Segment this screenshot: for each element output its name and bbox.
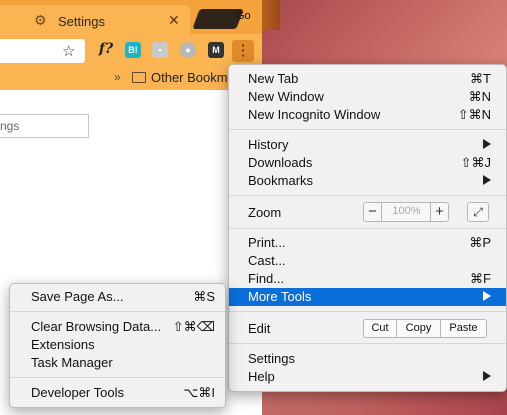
submenu-arrow-icon <box>483 371 491 381</box>
submenu-arrow-icon <box>483 175 491 185</box>
close-icon[interactable]: ✕ <box>168 13 180 27</box>
gear-icon: ⚙ <box>34 12 47 28</box>
menu-item-find[interactable]: Find... ⌘F <box>229 270 506 288</box>
settings-search-input[interactable]: ngs <box>0 114 89 138</box>
browser-toolbar: ☆ f? B! ▪ ● M ⋮ <box>0 34 262 66</box>
bookmark-folder-other[interactable]: Other Bookm <box>151 70 228 85</box>
menu-item-downloads[interactable]: Downloads ⇧⌘J <box>229 154 506 172</box>
menu-item-extensions[interactable]: Extensions <box>10 336 225 354</box>
menu-label: Cast... <box>248 253 286 268</box>
tab-settings[interactable]: ⚙ Settings ✕ <box>0 5 190 34</box>
submenu-arrow-icon <box>483 139 491 149</box>
menu-item-history[interactable]: History <box>229 136 506 154</box>
menu-label: Task Manager <box>31 355 113 370</box>
chrome-menu-button[interactable]: ⋮ <box>232 40 254 62</box>
menu-separator <box>229 343 506 344</box>
zoom-in-button[interactable]: + <box>430 203 448 221</box>
menu-shortcut: ⌘S <box>193 289 215 304</box>
menu-label: Settings <box>248 351 295 366</box>
menu-shortcut: ⇧⌘J <box>460 155 491 170</box>
menu-label: Find... <box>248 271 285 286</box>
menu-item-help[interactable]: Help <box>229 368 506 386</box>
menu-shortcut: ⌘F <box>470 271 491 286</box>
menu-label: New Window <box>248 89 324 104</box>
menu-shortcut: ⌘P <box>469 235 491 250</box>
menu-separator <box>10 377 225 378</box>
more-tools-submenu: Save Page As... ⌘S Clear Browsing Data..… <box>9 283 226 408</box>
edit-buttons: Cut Copy Paste <box>363 319 487 338</box>
menu-label: New Tab <box>248 71 299 86</box>
partial-tab-text: Go <box>236 10 251 22</box>
menu-item-zoom: Zoom − 100% + ⤢ <box>229 202 506 222</box>
menu-label: Clear Browsing Data... <box>31 319 162 334</box>
menu-item-save-page-as[interactable]: Save Page As... ⌘S <box>10 288 225 306</box>
menu-item-bookmarks[interactable]: Bookmarks <box>229 172 506 190</box>
paste-button[interactable]: Paste <box>441 320 486 337</box>
folder-icon <box>132 72 146 83</box>
menu-item-clear-browsing-data[interactable]: Clear Browsing Data... ⇧⌘⌫ <box>10 318 225 336</box>
menu-item-new-incognito-window[interactable]: New Incognito Window ⇧⌘N <box>229 106 506 124</box>
menu-label: More Tools <box>248 289 312 304</box>
star-icon[interactable]: ☆ <box>62 42 75 60</box>
menu-separator <box>229 311 506 312</box>
menu-label: Developer Tools <box>31 385 124 400</box>
circle-extension-icon[interactable]: ● <box>180 42 196 58</box>
menu-label: Save Page As... <box>31 289 124 304</box>
b-extension-icon[interactable]: B! <box>125 42 141 58</box>
menu-shortcut: ⇧⌘N <box>457 107 491 122</box>
menu-item-new-tab[interactable]: New Tab ⌘T <box>229 70 506 88</box>
menu-label: Edit <box>248 321 271 336</box>
menu-item-cast[interactable]: Cast... <box>229 252 506 270</box>
menu-item-task-manager[interactable]: Task Manager <box>10 354 225 372</box>
menu-shortcut: ⌘N <box>468 89 491 104</box>
menu-item-print[interactable]: Print... ⌘P <box>229 234 506 252</box>
search-placeholder: ngs <box>0 119 20 133</box>
submenu-arrow-icon <box>483 291 491 301</box>
menu-separator <box>229 129 506 130</box>
zoom-out-button[interactable]: − <box>364 203 382 221</box>
address-bar[interactable]: ☆ <box>0 39 85 63</box>
zoom-level: 100% <box>392 205 421 217</box>
menu-label: New Incognito Window <box>248 107 381 122</box>
copy-button[interactable]: Copy <box>397 320 441 337</box>
menu-item-settings[interactable]: Settings <box>229 350 506 368</box>
menu-label: History <box>248 137 289 152</box>
menu-shortcut: ⌥⌘I <box>183 385 215 400</box>
menu-label: Downloads <box>248 155 313 170</box>
menu-item-edit: Edit Cut Copy Paste <box>229 319 506 338</box>
menu-label: Bookmarks <box>248 173 314 188</box>
menu-label: Help <box>248 369 275 384</box>
menu-shortcut: ⌘T <box>470 71 491 86</box>
tab-strip: ⚙ Settings ✕ Go <box>0 0 262 34</box>
menu-item-developer-tools[interactable]: Developer Tools ⌥⌘I <box>10 384 225 402</box>
menu-separator <box>229 228 506 229</box>
menu-separator <box>10 311 225 312</box>
menu-label: Zoom <box>248 205 282 220</box>
fullscreen-icon[interactable]: ⤢ <box>467 202 489 222</box>
menu-shortcut: ⇧⌘⌫ <box>172 319 215 334</box>
menu-label: Print... <box>248 235 286 250</box>
mail-extension-icon[interactable]: M <box>208 42 224 58</box>
zoom-control: − 100% + <box>363 202 449 222</box>
menu-item-new-window[interactable]: New Window ⌘N <box>229 88 506 106</box>
cut-button[interactable]: Cut <box>364 320 397 337</box>
chat-extension-icon[interactable]: ▪ <box>152 42 168 58</box>
bookmarks-bar: » Other Bookm <box>0 66 262 90</box>
fact-check-extension-icon[interactable]: f? <box>96 41 116 57</box>
chrome-main-menu: New Tab ⌘T New Window ⌘N New Incognito W… <box>228 64 507 392</box>
bookmarks-overflow-icon[interactable]: » <box>114 70 121 84</box>
menu-item-more-tools[interactable]: More Tools <box>229 288 506 306</box>
menu-label: Extensions <box>31 337 95 352</box>
menu-separator <box>229 195 506 196</box>
tab-title: Settings <box>58 14 105 29</box>
